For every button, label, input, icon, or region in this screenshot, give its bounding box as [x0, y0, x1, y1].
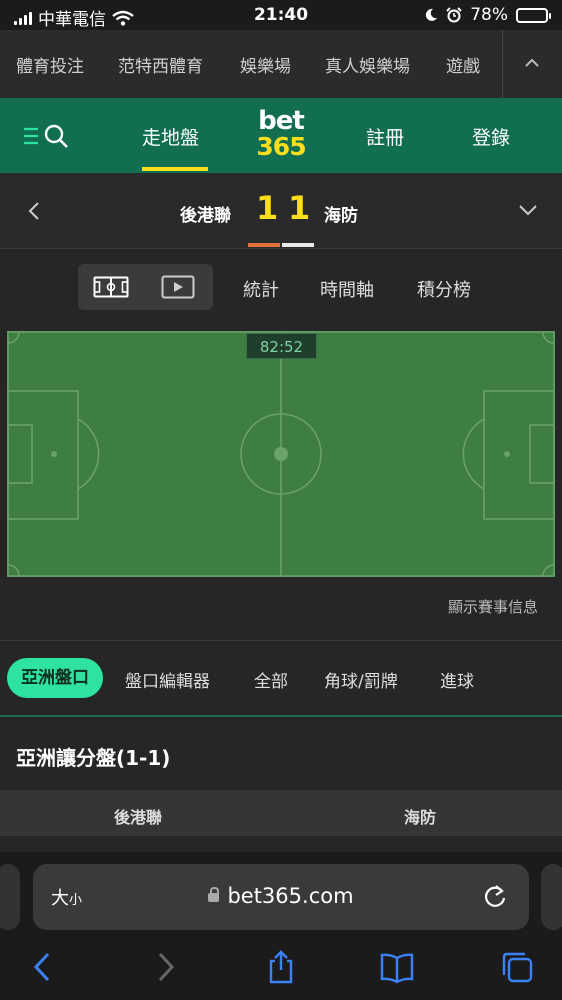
tab-standings[interactable]: 積分榜: [417, 276, 471, 302]
pitch-view-icon[interactable]: [93, 276, 129, 298]
column-home: 後港聯: [114, 808, 163, 827]
topnav-games[interactable]: 遊戲: [446, 52, 480, 77]
match-scoreboard: 後港聯 1 1 海防: [0, 173, 562, 249]
market-column-header: 後港聯 海防: [0, 790, 562, 836]
tabs-icon[interactable]: [500, 950, 534, 984]
chevron-up-icon[interactable]: [524, 58, 540, 68]
topnav-live-casino[interactable]: 真人娛樂場: [325, 52, 410, 77]
bookmarks-icon[interactable]: [380, 950, 414, 984]
previous-tab-preview[interactable]: [0, 864, 20, 930]
alarm-icon: [446, 7, 462, 23]
chevron-left-icon[interactable]: [28, 201, 40, 221]
home-score: 1: [256, 189, 279, 227]
login-button[interactable]: 登錄: [472, 123, 510, 150]
register-button[interactable]: 註冊: [366, 123, 404, 150]
reload-icon[interactable]: [481, 882, 509, 910]
bet365-logo[interactable]: bet 365: [248, 108, 314, 159]
tab-corners-cards[interactable]: 角球/罰牌: [324, 667, 398, 692]
topnav-sports[interactable]: 體育投注: [16, 52, 84, 77]
view-toggle: [78, 264, 213, 310]
tab-bet-builder[interactable]: 盤口編輯器: [125, 667, 210, 692]
url-text: bet365.com: [227, 884, 354, 908]
away-team: 海防: [324, 206, 358, 226]
battery-percent: 78%: [470, 5, 508, 25]
url-display: bet365.com: [33, 884, 529, 908]
tab-inplay-underline: [142, 167, 208, 171]
status-right: 78%: [424, 5, 551, 25]
home-team: 後港聯: [180, 206, 231, 226]
period-indicator-away: [282, 243, 314, 247]
logo-bet: bet: [258, 106, 305, 136]
tab-goals[interactable]: 進球: [440, 667, 474, 692]
share-icon[interactable]: [264, 950, 298, 984]
away-score: 1: [288, 189, 311, 227]
market-title[interactable]: 亞洲讓分盤(1-1): [16, 742, 170, 771]
status-bar: 中華電信 21:40 78%: [0, 0, 562, 30]
market-tabs: 亞洲盤口 盤口編輯器 全部 角球/罰牌 進球: [0, 641, 562, 715]
column-away: 海防: [404, 808, 437, 827]
match-pitch: [7, 331, 555, 577]
match-clock: 82:52: [246, 333, 317, 359]
match-view-tabs: 統計 時間軸 積分榜: [0, 249, 562, 321]
moon-icon: [426, 8, 438, 21]
safari-toolbar: 大小 bet365.com: [0, 852, 562, 1000]
menu-search-icon[interactable]: [22, 122, 72, 150]
back-icon[interactable]: [26, 950, 60, 984]
market-tabs-underline: [0, 715, 562, 717]
battery-icon: [516, 7, 551, 23]
tab-stats[interactable]: 統計: [243, 276, 279, 302]
tab-all[interactable]: 全部: [254, 667, 288, 692]
period-indicator-home: [248, 243, 280, 247]
nav-divider: [502, 30, 503, 98]
logo-365: 365: [256, 132, 306, 161]
show-match-info-link[interactable]: 顯示賽事信息: [448, 596, 538, 617]
tab-timeline[interactable]: 時間軸: [320, 276, 374, 302]
tab-asian-handicap[interactable]: 亞洲盤口: [7, 658, 103, 698]
top-nav: 體育投注 范特西體育 娛樂場 真人娛樂場 遊戲: [0, 30, 562, 98]
chevron-down-icon[interactable]: [518, 204, 538, 216]
forward-icon[interactable]: [148, 950, 182, 984]
site-header: 走地盤 bet 365 註冊 登錄: [0, 98, 562, 173]
topnav-casino[interactable]: 娛樂場: [240, 52, 291, 77]
topnav-fantasy[interactable]: 范特西體育: [118, 52, 203, 77]
lock-icon: [208, 887, 220, 902]
next-tab-preview[interactable]: [541, 864, 562, 930]
video-icon[interactable]: [161, 275, 195, 299]
tab-inplay[interactable]: 走地盤: [142, 123, 199, 150]
address-bar[interactable]: 大小 bet365.com: [33, 864, 529, 930]
